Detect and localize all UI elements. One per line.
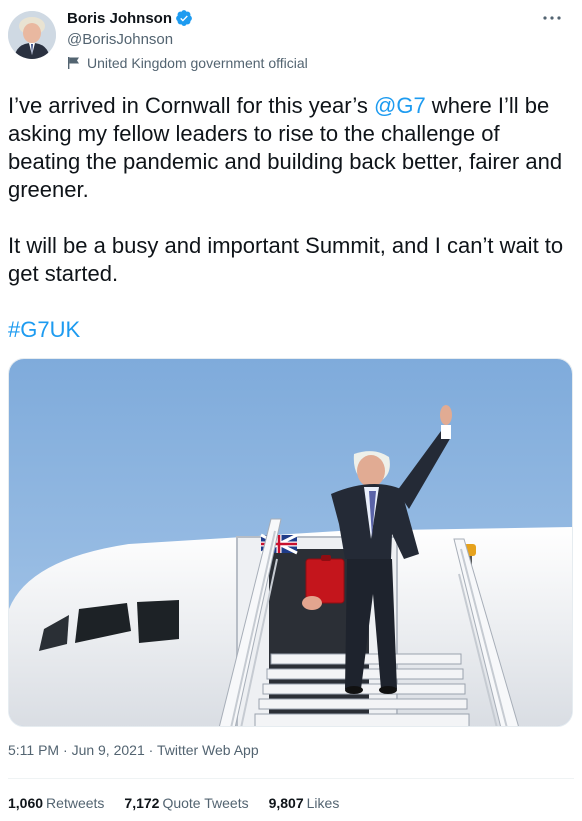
tweet-date[interactable]: Jun 9, 2021 (72, 742, 145, 758)
tweet-text: I’ve arrived in Cornwall for this year’s… (8, 92, 574, 344)
photo-scene (9, 359, 572, 726)
tweet-paragraph-2: It will be a busy and important Summit, … (8, 233, 564, 286)
government-label[interactable]: United Kingdom government official (67, 55, 308, 71)
likes-label: Likes (306, 795, 340, 811)
retweets-count: 1,060 (8, 795, 44, 811)
quote-tweets-label: Quote Tweets (162, 795, 249, 811)
likes-stat[interactable]: 9,807 Likes (269, 795, 340, 811)
meta-separator: · (144, 742, 157, 758)
avatar[interactable] (8, 11, 56, 59)
verified-badge-icon (176, 10, 192, 26)
flag-icon (68, 57, 79, 69)
tweet-source[interactable]: Twitter Web App (157, 742, 259, 758)
author-name[interactable]: Boris Johnson (67, 10, 172, 27)
hashtag-link[interactable]: #G7UK (8, 317, 80, 342)
government-label-text: United Kingdom government official (87, 55, 308, 71)
retweets-label: Retweets (46, 795, 105, 811)
meta-separator: · (59, 742, 72, 758)
author-handle[interactable]: @BorisJohnson (67, 31, 173, 48)
tweet-header: Boris Johnson @BorisJohnson United Kingd… (0, 0, 582, 78)
tweet-paragraph-3: #G7UK (8, 316, 574, 344)
divider (8, 778, 574, 779)
tweet-time[interactable]: 5:11 PM (8, 742, 59, 758)
likes-count: 9,807 (268, 795, 304, 811)
more-icon[interactable] (538, 8, 566, 28)
quote-tweets-stat[interactable]: 7,172 Quote Tweets (124, 795, 248, 811)
tweet-text-part: I’ve arrived in Cornwall for this year’s (8, 93, 374, 118)
tweet-photo[interactable] (8, 358, 573, 727)
mention-link[interactable]: @G7 (374, 93, 426, 118)
quote-tweets-count: 7,172 (124, 795, 160, 811)
tweet-stats: 1,060 Retweets 7,172 Quote Tweets 9,807 Lik… (8, 795, 359, 811)
tweet-meta: 5:11 PM · Jun 9, 2021 · Twitter Web App (8, 742, 259, 758)
tweet-paragraph-1: I’ve arrived in Cornwall for this year’s… (8, 92, 574, 204)
retweets-stat[interactable]: 1,060 Retweets (8, 795, 104, 811)
